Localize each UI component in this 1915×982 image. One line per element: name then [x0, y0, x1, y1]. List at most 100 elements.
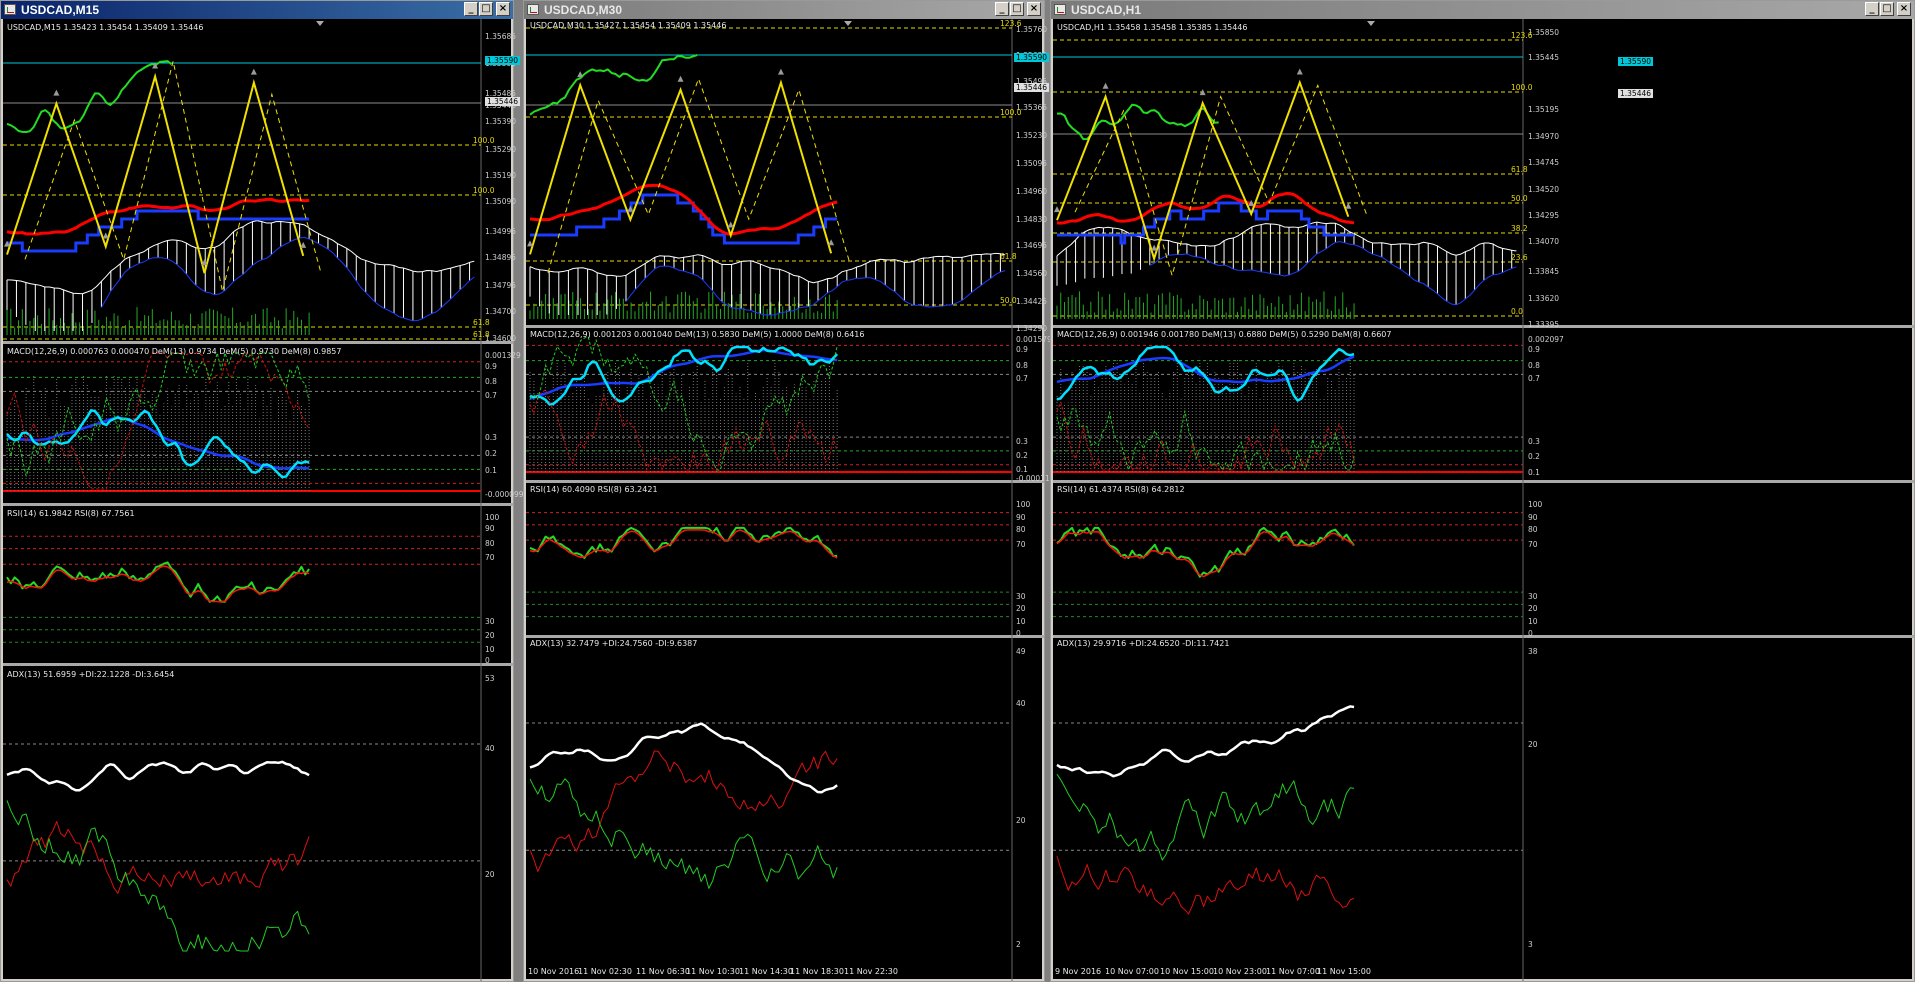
price-tag-level: 1.35590: [1618, 57, 1654, 66]
price-axis-label: 1.34895: [485, 253, 517, 262]
macd-axis-label: 0.8: [485, 377, 497, 387]
chart-window-h1[interactable]: USDCAD,H1 _ □ × USDCAD,H1 1.35458 1.3545…: [1050, 0, 1915, 982]
fractal-arrow-icon: [1054, 206, 1060, 213]
rsi-axis-label: 30: [1016, 592, 1026, 602]
price-axis-label: 1.34695: [1016, 241, 1048, 250]
price-axis-label: 1.35445: [1528, 53, 1560, 62]
rsi-axis-label: 100: [485, 512, 500, 522]
pane-separator: [526, 480, 1044, 483]
macd-axis-label: 0.002097: [1528, 334, 1564, 344]
macd-axis-label: 0.3: [1016, 437, 1028, 447]
chart-canvas[interactable]: USDCAD,H1 1.35458 1.35458 1.35385 1.3544…: [1053, 19, 1914, 981]
chart-window-m15[interactable]: USDCAD,M15 _ □ × USDCAD,M15 1.35423 1.35…: [0, 0, 524, 982]
price-axis-label: 1.35685: [485, 32, 517, 41]
price-axis-label: 1.34290: [1016, 324, 1048, 333]
chart-app-icon: [1054, 4, 1066, 15]
time-axis-label: 11 Nov 02:30: [578, 967, 632, 976]
chart-canvas[interactable]: USDCAD,M15 1.35423 1.35454 1.35409 1.354…: [3, 19, 524, 981]
maximize-button[interactable]: □: [1880, 2, 1894, 16]
kijun-sen-line: [530, 193, 838, 245]
close-button[interactable]: ×: [1897, 2, 1911, 16]
scroll-marker-icon: [316, 21, 324, 26]
pane-separator: [1053, 325, 1914, 328]
fib-level-label: 38.2: [1511, 224, 1528, 233]
fractal-arrow-icon: [102, 232, 109, 239]
time-axis-label: 11 Nov 10:30: [686, 967, 740, 976]
price-axis-label: 1.34970: [1528, 132, 1560, 141]
macd-axis-label: 0.7: [1016, 374, 1028, 384]
time-axis-label: 10 Nov 07:00: [1105, 967, 1159, 976]
window-titlebar[interactable]: USDCAD,H1 _ □ ×: [1051, 1, 1914, 19]
close-button[interactable]: ×: [496, 2, 510, 16]
rsi-axis-label: 80: [1528, 524, 1538, 534]
minimize-button[interactable]: _: [1865, 2, 1879, 16]
window-titlebar[interactable]: USDCAD,M30 _ □ ×: [524, 1, 1044, 19]
time-axis-label: 11 Nov 07:00: [1266, 967, 1320, 976]
main-panel-header: USDCAD,M15 1.35423 1.35454 1.35409 1.354…: [7, 23, 204, 32]
pane-separator: [526, 325, 1044, 328]
main-price-panel: [526, 19, 1044, 981]
fib-level-label: 100.0: [473, 186, 495, 195]
rsi-axis-label: 80: [1016, 524, 1026, 534]
macd-axis-label: 0.001329: [485, 350, 521, 360]
rsi-axis-label: 70: [1016, 540, 1026, 550]
adx-axis-label: 3: [1528, 939, 1533, 949]
main-panel-header: USDCAD,M30 1.35427 1.35454 1.35409 1.354…: [530, 21, 727, 30]
demarker-5-line: [1056, 408, 1355, 471]
fractal-arrow-icon: [1296, 68, 1303, 75]
price-axis-label: 1.35195: [1528, 105, 1560, 114]
fractal-arrow-icon: [1102, 82, 1109, 89]
scroll-marker-icon: [844, 21, 852, 26]
price-axis-label: 1.34830: [1016, 215, 1048, 224]
chart-canvas[interactable]: USDCAD,M30 1.35427 1.35454 1.35409 1.354…: [526, 19, 1055, 981]
fractal-arrow-icon: [527, 240, 533, 247]
rsi-axis-label: 90: [1016, 512, 1026, 522]
window-titlebar[interactable]: USDCAD,M15 _ □ ×: [1, 1, 513, 19]
fib-level-label: 61.8: [473, 318, 490, 327]
macd-axis-label: 0.1: [1528, 467, 1540, 477]
price-tag-bid: 1.35446: [485, 97, 521, 106]
price-axis-label: 1.35850: [1528, 28, 1560, 37]
minimize-button[interactable]: _: [464, 2, 478, 16]
macd-axis-label: 0.001579: [1016, 334, 1052, 344]
time-axis-label: 11 Nov 14:30: [739, 967, 793, 976]
window-title: USDCAD,M15: [21, 3, 100, 17]
price-tag-level: 1.35590: [485, 56, 521, 65]
price-axis-label: 1.35230: [1016, 131, 1048, 140]
time-axis-label: 11 Nov 18:30: [790, 967, 844, 976]
price-axis-label: 1.33395: [1528, 320, 1560, 329]
adx-axis-label: 20: [1016, 815, 1026, 825]
minus-di-line: [1056, 855, 1355, 915]
fractal-arrow-icon: [53, 89, 60, 96]
kijun-sen-line: [1057, 201, 1355, 245]
chart-app-icon: [4, 4, 16, 15]
main-price-panel: [3, 19, 513, 981]
time-axis-label: 11 Nov 06:30: [636, 967, 690, 976]
fractal-arrow-icon: [727, 221, 734, 228]
window-title: USDCAD,H1: [1071, 3, 1142, 17]
price-axis-label: 1.35290: [485, 145, 517, 154]
minimize-button[interactable]: _: [995, 2, 1009, 16]
price-tag-bid: 1.35446: [1014, 83, 1050, 92]
price-axis-label: 1.34795: [485, 281, 517, 290]
price-axis-label: 1.34560: [1016, 269, 1048, 278]
price-axis-label: 1.34960: [1016, 187, 1048, 196]
chart-window-m30[interactable]: USDCAD,M30 _ □ × USDCAD,M30 1.35427 1.35…: [523, 0, 1055, 982]
time-axis-label: 11 Nov 15:00: [1317, 967, 1371, 976]
macd-axis-label: 0.7: [1528, 374, 1540, 384]
rsi-axis-label: 90: [485, 523, 495, 533]
close-button[interactable]: ×: [1027, 2, 1041, 16]
macd-panel-header: MACD(12,26,9) 0.000763 0.000470 DeM(13) …: [7, 347, 342, 356]
tenkan-sen-line: [6, 197, 310, 236]
maximize-button[interactable]: □: [1010, 2, 1024, 16]
time-axis-label: 9 Nov 2016: [1055, 967, 1102, 976]
scroll-marker-icon: [1367, 21, 1375, 26]
maximize-button[interactable]: □: [479, 2, 493, 16]
rsi-axis-label: 70: [485, 553, 495, 563]
demarker-5-line: [6, 352, 310, 477]
rsi-axis-label: 10: [485, 645, 495, 655]
plus-di-line: [1056, 774, 1355, 861]
macd-axis-label: 0.2: [1016, 450, 1028, 460]
fib-level-label: 61.8: [1000, 252, 1017, 261]
rsi-axis-label: 90: [1528, 512, 1538, 522]
